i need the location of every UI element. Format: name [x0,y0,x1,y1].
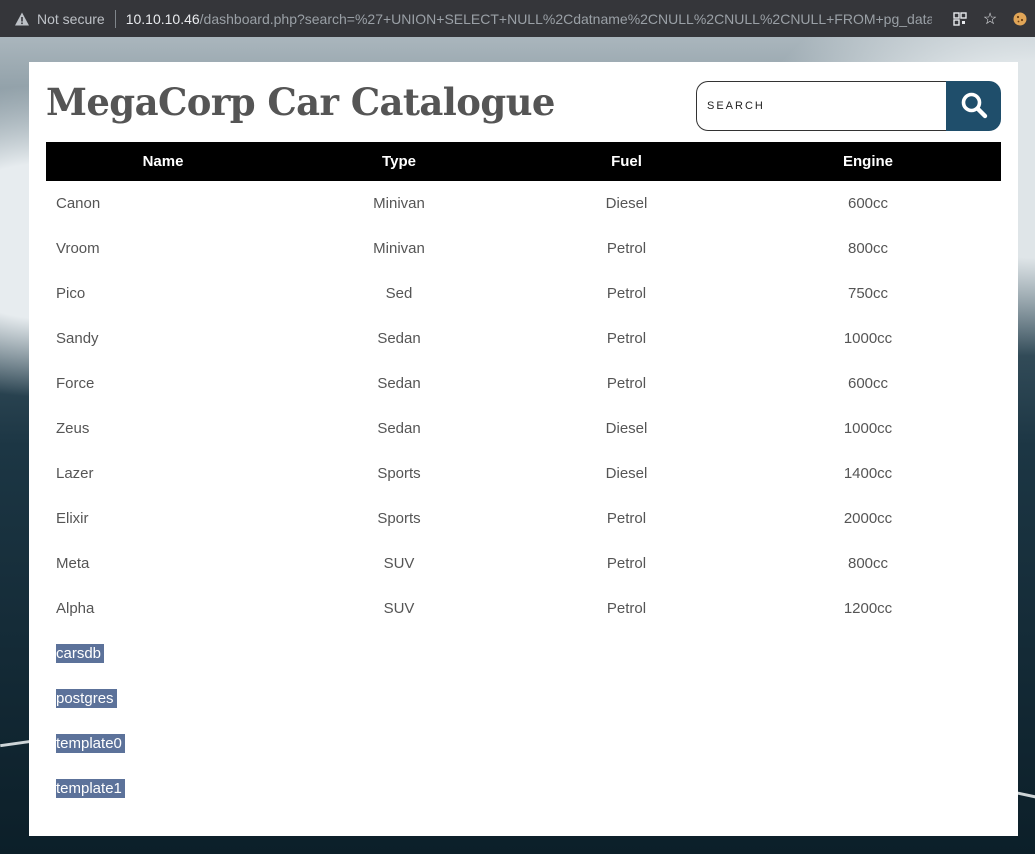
cell-fuel: Petrol [606,240,647,257]
cell-engine: 1000cc [843,330,893,347]
cell-fuel: Petrol [606,375,647,392]
cell-engine: 1400cc [843,465,893,482]
cell-fuel: Petrol [606,510,647,527]
cell-name: Vroom [56,240,100,257]
cell-type: Sports [377,465,421,482]
cell-engine: 600cc [847,195,889,212]
cell-type: Sedan [377,375,421,392]
cell-fuel: Diesel [605,465,648,482]
cell-type: Sports [377,510,421,527]
cell-fuel: Petrol [606,600,647,617]
cell-type: Minivan [373,195,425,212]
database-name-highlighted: carsdb [56,644,105,663]
table-row: Meta SUV Petrol 800cc [46,541,1001,586]
search-button[interactable] [946,81,1001,131]
cell-type: Minivan [373,240,425,257]
cell-fuel: Petrol [606,330,647,347]
table-row: Pico Sed Petrol 750cc [46,271,1001,316]
catalog-card: MegaCorp Car Catalogue Name Type Fuel En… [29,62,1018,836]
cell-engine: 1200cc [843,600,893,617]
cell-fuel: Diesel [605,195,648,212]
table-header-row: Name Type Fuel Engine [46,142,1001,181]
cell-name: Alpha [56,600,95,617]
table-row-injected: postgres [46,676,1001,721]
security-indicator[interactable]: Not secure [37,11,105,27]
car-table: Name Type Fuel Engine Canon Minivan Dies… [46,142,1001,811]
cell-type: SUV [383,600,415,617]
table-row: Zeus Sedan Diesel 1000cc [46,406,1001,451]
cell-engine: 800cc [847,555,889,572]
cell-fuel: Petrol [606,555,647,572]
table-row: Force Sedan Petrol 600cc [46,361,1001,406]
address-bar[interactable]: Not secure 10.10.10.46/dashboard.php?sea… [0,0,1035,37]
url-text[interactable]: 10.10.10.46/dashboard.php?search=%27+UNI… [126,11,932,27]
cell-name: Lazer [56,465,94,482]
page-title: MegaCorp Car Catalogue [46,80,555,124]
cell-type: Sed [385,285,413,302]
url-path: /dashboard.php?search=%27+UNION+SELECT+N… [199,10,932,27]
cell-name: Meta [56,555,90,572]
cell-name: Canon [56,195,101,212]
column-header-name: Name [46,142,280,181]
search-icon [960,91,988,122]
cell-type: SUV [383,555,415,572]
cell-name: Elixir [56,510,89,527]
column-header-engine: Engine [735,142,1001,181]
cell-engine: 2000cc [843,510,893,527]
table-row-injected: carsdb [46,631,1001,676]
column-header-fuel: Fuel [518,142,735,181]
cell-engine: 1000cc [843,420,893,437]
table-row-injected: template1 [46,766,1001,811]
cell-type: Sedan [377,330,421,347]
cell-fuel: Diesel [605,420,648,437]
column-header-type: Type [280,142,518,181]
cell-name: Force [56,375,95,392]
table-row: Alpha SUV Petrol 1200cc [46,586,1001,631]
search-form [696,81,1001,131]
cell-type: Sedan [377,420,421,437]
table-row-injected: template0 [46,721,1001,766]
bookmark-star-icon[interactable]: ☆ [975,0,1005,37]
search-input[interactable] [696,81,946,131]
cell-engine: 600cc [847,375,889,392]
table-row: Elixir Sports Petrol 2000cc [46,496,1001,541]
warning-icon [14,11,30,27]
cookie-extension-icon[interactable] [1005,0,1035,37]
database-name-highlighted: postgres [56,689,117,708]
url-host: 10.10.10.46 [125,10,200,27]
cell-name: Sandy [56,330,99,347]
cell-engine: 750cc [847,285,889,302]
cell-engine: 800cc [847,240,889,257]
table-row: Canon Minivan Diesel 600cc [46,181,1001,226]
url-divider [114,9,116,28]
table-row: Sandy Sedan Petrol 1000cc [46,316,1001,361]
cell-name: Pico [56,285,86,302]
database-name-highlighted: template1 [56,779,125,798]
table-row: Vroom Minivan Petrol 800cc [46,226,1001,271]
database-name-highlighted: template0 [56,734,125,753]
qr-code-icon[interactable] [945,0,975,37]
table-row: Lazer Sports Diesel 1400cc [46,451,1001,496]
cell-fuel: Petrol [606,285,647,302]
cell-name: Zeus [56,420,90,437]
